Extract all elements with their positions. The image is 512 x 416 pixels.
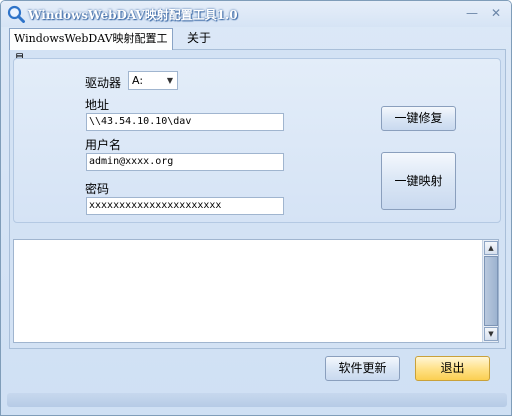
status-bar: [7, 393, 507, 407]
drive-select[interactable]: A: ▼: [128, 71, 178, 90]
password-label: 密码: [85, 182, 110, 196]
update-button[interactable]: 软件更新: [325, 356, 400, 381]
drive-select-value: A:: [132, 74, 144, 87]
app-window: WindowsWebDAV映射配置工具1.0 — ✕ WindowsWebDAV…: [0, 0, 512, 416]
address-input[interactable]: \\43.54.10.10\dav: [86, 113, 284, 131]
address-label: 地址: [85, 98, 110, 112]
chevron-down-icon: ▼: [166, 76, 173, 85]
scroll-up-arrow-icon[interactable]: ▲: [484, 241, 498, 255]
title-bar[interactable]: WindowsWebDAV映射配置工具1.0 — ✕: [1, 1, 511, 27]
minimize-button[interactable]: —: [463, 5, 481, 21]
drive-label: 驱动器: [85, 76, 122, 90]
tab-about[interactable]: 关于: [183, 28, 219, 50]
log-textarea[interactable]: ▲ ▼: [13, 239, 499, 343]
exit-button[interactable]: 退出: [415, 356, 490, 381]
username-input[interactable]: admin@xxxx.org: [86, 153, 284, 171]
log-scrollbar[interactable]: ▲ ▼: [482, 240, 498, 342]
scroll-down-arrow-icon[interactable]: ▼: [484, 327, 498, 341]
close-button[interactable]: ✕: [487, 5, 505, 21]
username-label: 用户名: [85, 138, 122, 152]
tab-strip: WindowsWebDAV映射配置工具 关于: [9, 28, 505, 65]
search-magnifier-icon: [7, 5, 25, 23]
tab-mapping-tool[interactable]: WindowsWebDAV映射配置工具: [9, 28, 173, 65]
scroll-thumb[interactable]: [484, 256, 498, 326]
window-title: WindowsWebDAV映射配置工具1.0: [28, 8, 238, 22]
repair-button[interactable]: 一键修复: [381, 106, 456, 131]
password-input[interactable]: xxxxxxxxxxxxxxxxxxxxxx: [86, 197, 284, 215]
map-button[interactable]: 一键映射: [381, 152, 456, 210]
